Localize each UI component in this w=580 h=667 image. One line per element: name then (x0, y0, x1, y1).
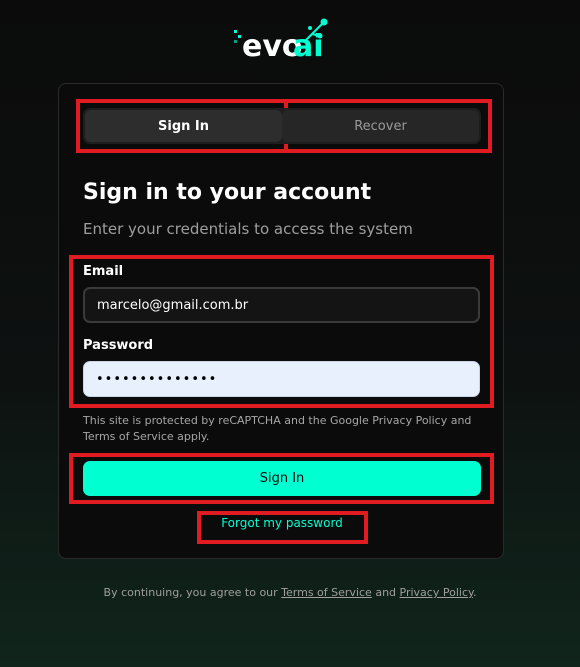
recaptcha-notice: This site is protected by reCAPTCHA and … (83, 414, 472, 443)
tab-sign-in[interactable]: Sign In (85, 110, 282, 142)
tab-recover[interactable]: Recover (282, 110, 479, 142)
footer-suffix: . (472, 586, 477, 599)
evoai-logo: evo ai (232, 16, 332, 62)
sign-in-button[interactable]: Sign In (83, 461, 481, 496)
legal-footer: By continuing, you agree to our Terms of… (0, 586, 580, 599)
auth-tabs: Sign In Recover (83, 108, 481, 144)
page-subtitle: Enter your credentials to access the sys… (83, 220, 413, 238)
privacy-policy-link[interactable]: Privacy Policy (400, 586, 473, 599)
password-field[interactable] (83, 361, 480, 397)
email-field[interactable] (83, 287, 480, 323)
password-label: Password (83, 338, 154, 353)
terms-of-service-link[interactable]: Terms of Service (281, 586, 372, 599)
footer-prefix: By continuing, you agree to our (103, 586, 282, 599)
forgot-password-link[interactable]: Forgot my password (201, 516, 363, 530)
email-label: Email (83, 264, 124, 279)
page-title: Sign in to your account (83, 180, 372, 205)
login-card: Sign In Recover Sign in to your account … (58, 83, 504, 559)
logo-text-ai: ai (293, 29, 324, 62)
footer-middle: and (371, 586, 400, 599)
